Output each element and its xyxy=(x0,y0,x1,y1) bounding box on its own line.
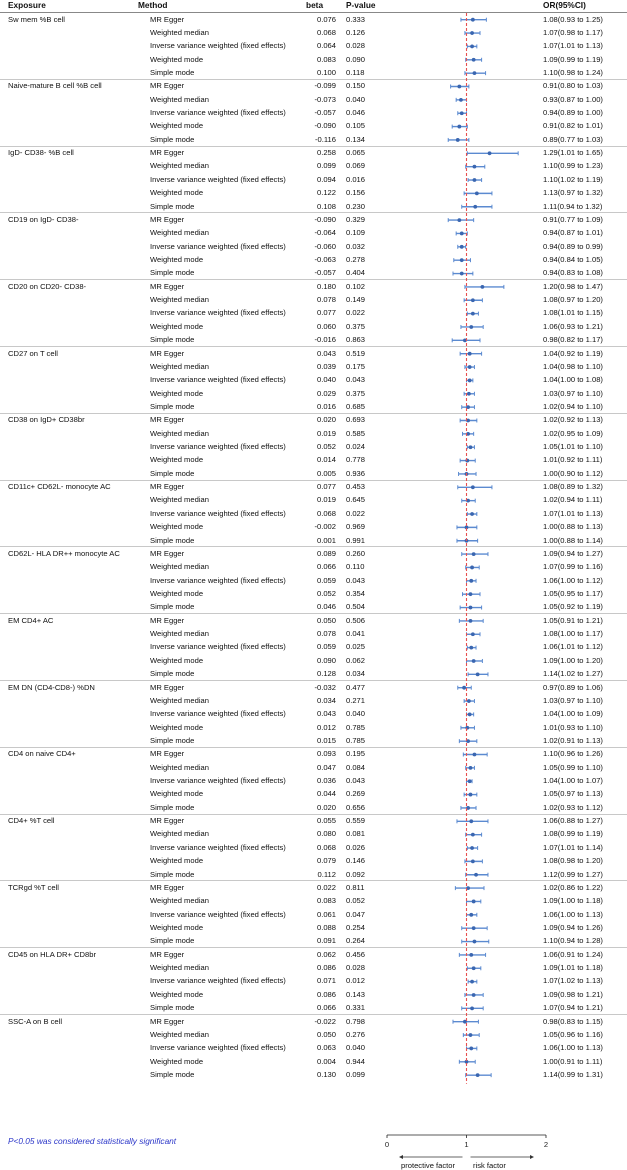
or-point xyxy=(470,1006,474,1011)
or-point xyxy=(467,712,472,717)
protective-arrowhead xyxy=(399,1155,403,1159)
or-point xyxy=(459,231,464,236)
or-point xyxy=(469,325,474,329)
or-point xyxy=(474,191,479,196)
or-point xyxy=(475,672,480,677)
or-point xyxy=(468,1033,473,1037)
or-point xyxy=(457,84,462,89)
or-point xyxy=(471,659,476,663)
or-point xyxy=(471,552,476,556)
or-point xyxy=(467,378,472,383)
or-point xyxy=(470,512,474,516)
or-point xyxy=(457,124,462,129)
or-point xyxy=(469,953,474,957)
or-point xyxy=(472,164,477,169)
or-point xyxy=(471,57,476,62)
or-point xyxy=(470,632,475,637)
or-point xyxy=(470,298,475,303)
or-point xyxy=(467,365,472,369)
or-point xyxy=(470,17,475,22)
or-point xyxy=(469,1046,474,1051)
or-point xyxy=(467,779,472,784)
or-point xyxy=(468,445,473,450)
or-point xyxy=(474,872,478,877)
or-point xyxy=(472,752,477,757)
x-tick-label: 2 xyxy=(544,1140,548,1149)
or-point xyxy=(471,926,476,931)
or-point xyxy=(471,899,476,904)
forest-plot: 0 1 2 xyxy=(385,13,548,1159)
or-point xyxy=(468,592,473,597)
or-point xyxy=(469,578,474,583)
or-point xyxy=(471,993,476,997)
x-tick-label: 0 xyxy=(385,1140,389,1149)
significance-note: P<0.05 was considered statistically sign… xyxy=(8,1136,177,1146)
or-point xyxy=(487,151,492,156)
or-point xyxy=(455,138,460,142)
or-point xyxy=(459,258,464,263)
risk-arrowhead xyxy=(530,1155,534,1159)
or-point xyxy=(471,966,476,971)
or-point xyxy=(470,44,474,49)
or-point xyxy=(470,846,474,850)
or-point xyxy=(466,391,471,396)
or-point xyxy=(469,645,474,650)
or-point xyxy=(467,351,472,356)
or-point xyxy=(473,204,478,209)
or-point xyxy=(480,285,485,289)
or-point xyxy=(466,699,471,703)
or-point xyxy=(472,178,477,182)
or-point xyxy=(468,619,473,623)
or-point xyxy=(469,912,474,917)
or-point xyxy=(470,859,475,864)
or-point xyxy=(457,218,462,223)
or-point xyxy=(470,565,474,570)
or-point xyxy=(468,765,473,770)
or-point xyxy=(469,819,474,824)
or-point xyxy=(470,979,474,984)
or-point xyxy=(459,97,463,102)
or-point xyxy=(475,1073,480,1078)
or-point xyxy=(459,271,464,276)
or-point xyxy=(459,244,464,249)
or-point xyxy=(470,311,475,316)
or-point xyxy=(462,685,467,690)
or-point xyxy=(459,111,464,116)
risk-factor-label: risk factor xyxy=(473,1161,506,1170)
protective-factor-label: protective factor xyxy=(401,1161,456,1170)
or-point xyxy=(470,485,475,490)
or-point xyxy=(472,71,477,76)
or-point xyxy=(470,832,475,837)
x-tick-label: 1 xyxy=(464,1140,468,1149)
or-point xyxy=(472,939,477,944)
or-point xyxy=(468,792,473,797)
or-point xyxy=(470,31,474,35)
or-point xyxy=(468,605,473,610)
